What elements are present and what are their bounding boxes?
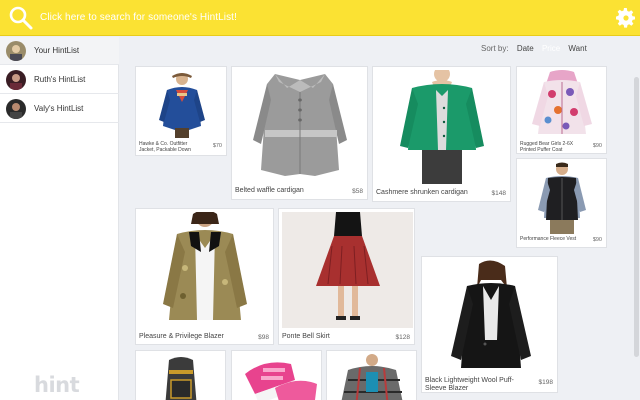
product-card[interactable]: [231, 350, 322, 400]
gear-icon[interactable]: [614, 6, 638, 30]
product-title: Performance Fleece Vest: [520, 236, 577, 242]
product-title: Ponte Bell Skirt: [282, 333, 330, 340]
product-title: Black Lightweight Wool Puff-Sleeve Blaze…: [425, 377, 514, 392]
product-image: [376, 70, 509, 184]
avatar: [6, 70, 26, 90]
product-image: [520, 162, 605, 234]
product-image: [235, 354, 320, 400]
product-image: [139, 212, 272, 328]
sidebar-item-label: Your HintList: [34, 46, 80, 55]
product-image: [282, 212, 413, 328]
product-card[interactable]: Cashmere shrunken cardigan $148: [372, 66, 511, 202]
product-card[interactable]: Pleasure & Privilege Blazer $98: [135, 208, 274, 345]
product-card[interactable]: Performance Fleece Vest $90: [516, 158, 607, 248]
product-price: $98: [258, 334, 269, 341]
search-icon[interactable]: [8, 5, 34, 31]
sidebar-item-label: Ruth's HintList: [34, 75, 86, 84]
sidebar-item-ruths-hintlist[interactable]: Ruth's HintList: [0, 66, 119, 94]
product-price: $198: [538, 379, 553, 386]
product-card[interactable]: [326, 350, 417, 400]
sort-label: Sort by:: [481, 44, 509, 53]
avatar: [6, 41, 26, 61]
product-title: Pleasure & Privilege Blazer: [139, 333, 224, 340]
product-image: [520, 70, 605, 138]
product-card[interactable]: Hawke & Co. Outfitter Jacket, Packable D…: [135, 66, 227, 156]
product-card[interactable]: Black Lightweight Wool Puff-Sleeve Blaze…: [421, 256, 558, 393]
sort-option-want[interactable]: Want: [568, 44, 586, 53]
product-price: $70: [212, 143, 222, 149]
sidebar-item-valys-hintlist[interactable]: Valy's HintList: [0, 95, 119, 123]
hint-logo: hint: [34, 373, 80, 397]
sort-option-date[interactable]: Date: [517, 44, 534, 53]
product-price: $90: [592, 143, 602, 149]
scrollbar[interactable]: [632, 37, 640, 400]
product-image: [139, 354, 224, 400]
product-title: Hawke & Co. Outfitter Jacket, Packable D…: [139, 141, 191, 153]
product-title: Belted waffle cardigan: [235, 187, 304, 194]
product-card[interactable]: Ponte Bell Skirt $128: [278, 208, 415, 345]
product-image: [425, 260, 556, 376]
sort-bar: Sort by: Date Price Want: [481, 44, 593, 53]
product-card[interactable]: Belted waffle cardigan $58: [231, 66, 368, 200]
sidebar-item-your-hintlist[interactable]: Your HintList: [0, 37, 119, 65]
sidebar-item-label: Valy's HintList: [34, 104, 84, 113]
product-price: $58: [352, 188, 363, 195]
product-card[interactable]: Rugged Bear Girls 2-6X Printed Puffer Co…: [516, 66, 607, 154]
product-price: $128: [395, 334, 410, 341]
product-image: [139, 70, 225, 138]
product-title: Cashmere shrunken cardigan: [376, 189, 468, 196]
search-input[interactable]: Click here to search for someone's HintL…: [40, 12, 237, 23]
product-price: $148: [491, 190, 506, 197]
sidebar: Your HintList Ruth's HintList Valy's Hin…: [0, 37, 119, 400]
product-title: Rugged Bear Girls 2-6X Printed Puffer Co…: [520, 141, 574, 153]
product-image: [235, 70, 366, 182]
avatar: [6, 99, 26, 119]
sort-option-price[interactable]: Price: [542, 44, 560, 53]
product-card[interactable]: [135, 350, 226, 400]
product-image: [330, 354, 415, 400]
product-price: $90: [592, 237, 602, 243]
top-bar: Click here to search for someone's HintL…: [0, 0, 640, 36]
scrollbar-thumb[interactable]: [634, 77, 639, 357]
